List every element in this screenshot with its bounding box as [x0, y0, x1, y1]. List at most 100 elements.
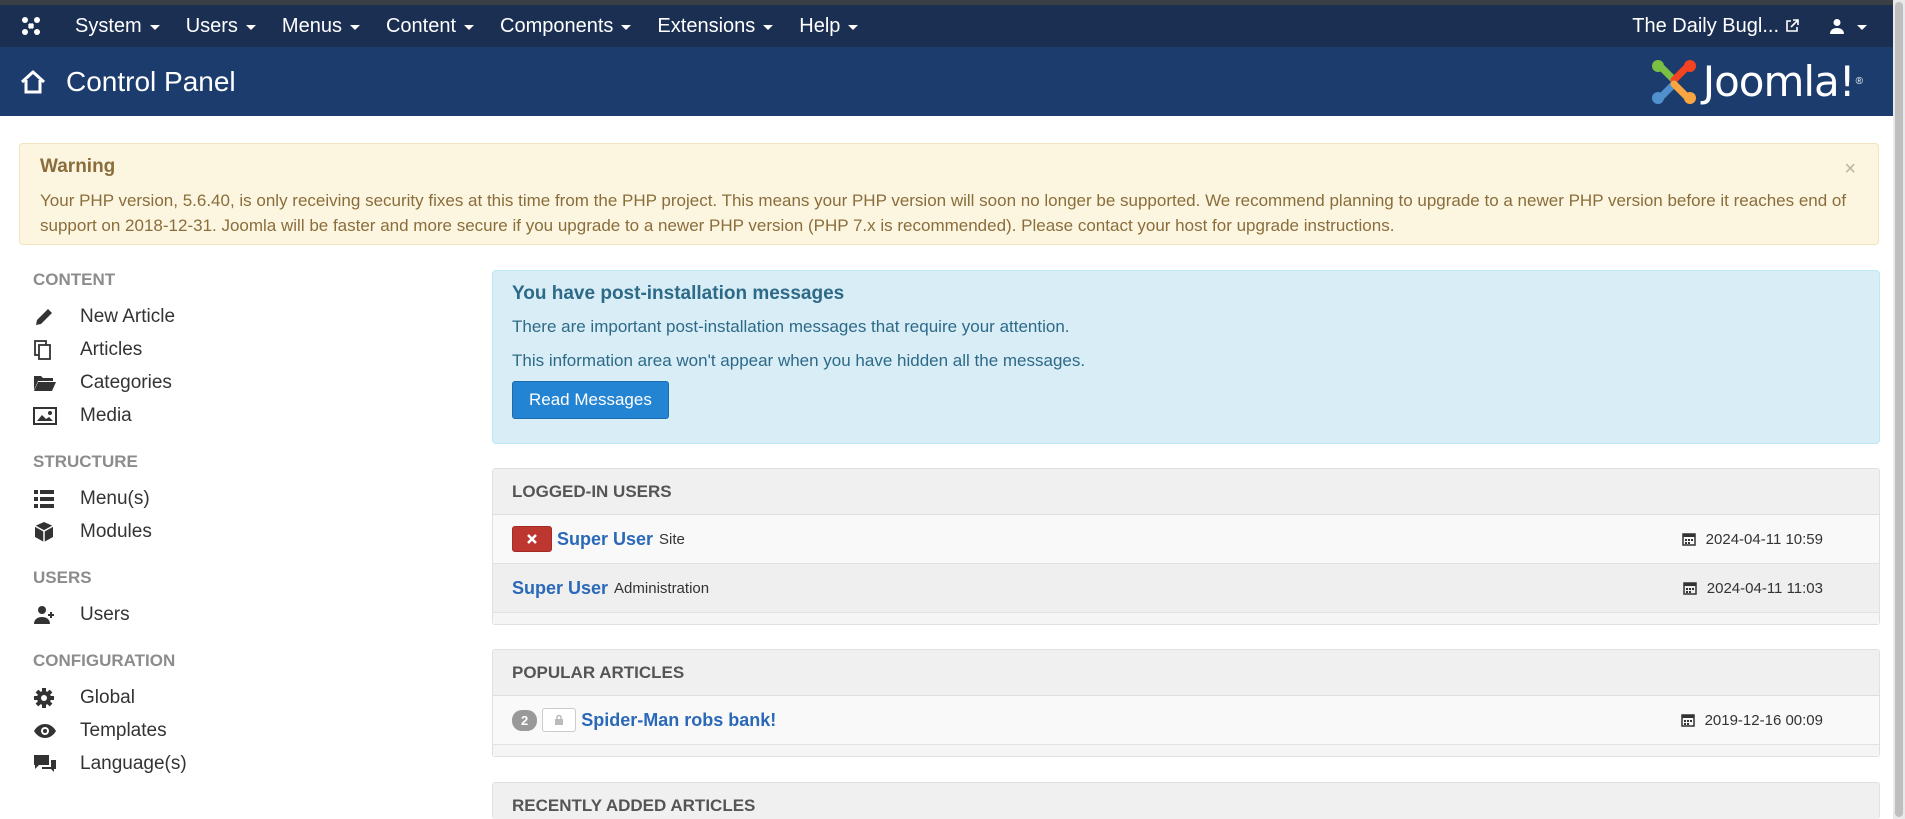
sidebar-item-label: Global: [80, 686, 135, 708]
menu-components[interactable]: Components: [487, 5, 644, 47]
page-scrollbar[interactable]: [1893, 0, 1905, 819]
caret-down-icon: [464, 24, 475, 30]
sidebar-item-label: Menu(s): [80, 487, 150, 509]
sidebar-item-label: Categories: [80, 371, 172, 393]
sidebar-item-new-article[interactable]: New Article: [33, 300, 433, 333]
sidebar-section-users: USERS: [33, 568, 92, 587]
sidebar-item-label: New Article: [80, 305, 176, 327]
sidebar-section-content: CONTENT: [33, 270, 116, 289]
menu-help[interactable]: Help: [786, 5, 871, 47]
read-messages-button[interactable]: Read Messages: [512, 381, 669, 419]
recent-articles-panel: RECENTLY ADDED ARTICLES: [492, 782, 1880, 819]
date-text: 2024-04-11 10:59: [1705, 530, 1823, 548]
menu-menus[interactable]: Menus: [269, 5, 373, 47]
sidebar: CONTENT New Article Articles Categories …: [33, 270, 433, 780]
calendar-icon: [1681, 533, 1696, 546]
post-install-line-2: This information area won't appear when …: [512, 351, 1086, 370]
menu-system-label: System: [75, 14, 142, 37]
logout-user-button[interactable]: [512, 526, 552, 552]
close-icon: [527, 534, 537, 544]
user-link[interactable]: Super User: [512, 578, 608, 599]
table-row: Super User Administration 2024-04-11 11:…: [493, 564, 1879, 613]
sidebar-item-label: Users: [80, 603, 130, 625]
table-row: 2 Spider-Man robs bank! 2019-12-16 00:09: [493, 696, 1879, 745]
menu-system[interactable]: System: [62, 5, 173, 47]
warning-text: Your PHP version, 5.6.40, is only receiv…: [40, 191, 1847, 235]
caret-down-icon: [848, 24, 859, 30]
registered-mark: ®: [1855, 76, 1863, 87]
panel-title: LOGGED-IN USERS: [493, 469, 1879, 515]
last-activity: 2024-04-11 11:03: [1683, 580, 1823, 597]
folder-open-icon: [33, 373, 80, 393]
hits-badge: 2: [512, 709, 538, 731]
user-client: Site: [659, 530, 685, 548]
post-install-title: You have post-installation messages: [512, 283, 845, 304]
sidebar-item-categories[interactable]: Categories: [33, 366, 433, 399]
comments-icon: [33, 754, 80, 774]
joomla-wordmark: Joomla!: [1702, 57, 1856, 106]
sidebar-item-articles[interactable]: Articles: [33, 333, 433, 366]
sidebar-item-modules[interactable]: Modules: [33, 515, 433, 548]
article-date: 2019-12-16 00:09: [1680, 711, 1823, 729]
article-link[interactable]: Spider-Man robs bank!: [581, 710, 776, 731]
sidebar-item-label: Media: [80, 404, 132, 426]
image-icon: [33, 406, 80, 426]
pencil-icon: [33, 306, 80, 328]
sidebar-item-label: Modules: [80, 520, 152, 542]
sidebar-item-global[interactable]: Global: [33, 681, 433, 714]
joomla-logo: Joomla! ®: [1649, 57, 1863, 107]
logged-in-users-panel: LOGGED-IN USERS Super User Site 2024-04-…: [492, 468, 1880, 625]
users-icon: [33, 605, 80, 625]
sidebar-item-languages[interactable]: Language(s): [33, 747, 433, 780]
close-icon[interactable]: ×: [1844, 158, 1856, 181]
post-install-messages-alert: You have post-installation messages Ther…: [492, 270, 1880, 444]
calendar-icon: [1680, 714, 1695, 727]
site-name: The Daily Bugl...: [1632, 14, 1779, 37]
menu-content-label: Content: [385, 14, 457, 37]
gear-icon: [33, 687, 80, 709]
date-text: 2024-04-11 11:03: [1706, 579, 1823, 597]
cube-icon: [33, 521, 80, 543]
caret-down-icon: [621, 24, 632, 30]
php-warning-alert: Warning Your PHP version, 5.6.40, is onl…: [19, 143, 1879, 245]
menu-extensions[interactable]: Extensions: [644, 5, 786, 47]
table-row: Super User Site 2024-04-11 10:59: [493, 515, 1879, 564]
joomla-logo-icon: [1651, 59, 1696, 104]
sidebar-item-media[interactable]: Media: [33, 399, 433, 432]
user-icon: [1830, 19, 1844, 34]
sidebar-item-users[interactable]: Users: [33, 598, 433, 631]
popular-articles-panel: POPULAR ARTICLES 2 Spider-Man robs bank!…: [492, 649, 1880, 757]
site-preview-link[interactable]: The Daily Bugl...: [1632, 15, 1821, 38]
caret-down-icon: [763, 24, 774, 30]
menu-components-label: Components: [500, 14, 614, 37]
lock-icon: [542, 708, 577, 732]
menu-content[interactable]: Content: [373, 5, 487, 47]
date-text: 2019-12-16 00:09: [1704, 711, 1823, 729]
caret-down-icon: [149, 24, 160, 30]
copy-icon: [33, 339, 80, 361]
menu-menus-label: Menus: [281, 14, 342, 37]
post-install-line-1: There are important post-installation me…: [512, 317, 1070, 336]
panel-title: RECENTLY ADDED ARTICLES: [493, 783, 1879, 819]
warning-title: Warning: [40, 156, 116, 177]
joomla-menu-icon[interactable]: [0, 5, 62, 47]
user-link[interactable]: Super User: [557, 529, 653, 550]
menu-users[interactable]: Users: [173, 5, 269, 47]
sidebar-item-menus[interactable]: Menu(s): [33, 482, 433, 515]
sidebar-item-templates[interactable]: Templates: [33, 714, 433, 747]
page-header: Control Panel Joomla! ®: [0, 47, 1893, 116]
eye-icon: [33, 723, 80, 739]
user-menu[interactable]: [1821, 18, 1893, 34]
sidebar-item-label: Articles: [80, 338, 143, 360]
menu-users-label: Users: [185, 14, 238, 37]
top-navbar: System Users Menus Content Components Ex…: [0, 0, 1893, 47]
last-activity: 2024-04-11 10:59: [1681, 530, 1823, 548]
panel-title: POPULAR ARTICLES: [493, 650, 1879, 696]
scrollbar-thumb[interactable]: [1895, 2, 1903, 817]
sidebar-item-label: Templates: [80, 719, 167, 741]
home-icon: [0, 69, 66, 95]
external-link-icon: [1786, 19, 1799, 32]
menu-help-label: Help: [799, 14, 841, 37]
sidebar-section-configuration: CONFIGURATION: [33, 651, 176, 670]
user-client: Administration: [614, 579, 710, 597]
